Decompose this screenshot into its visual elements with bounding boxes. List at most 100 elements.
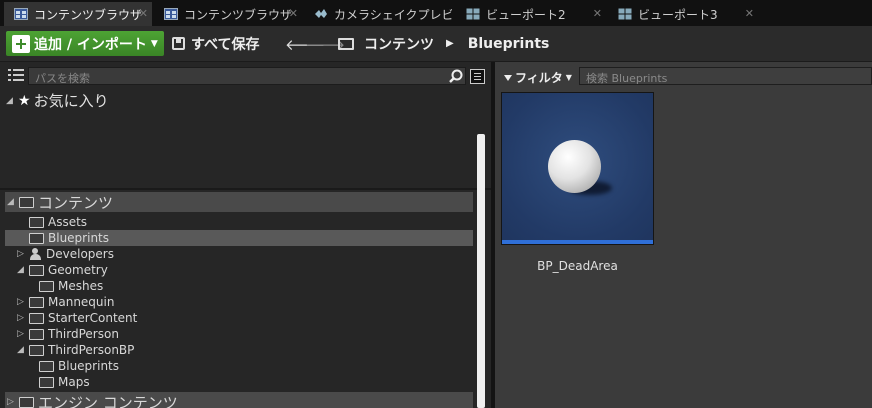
content-browser-icon — [164, 8, 178, 20]
tree-item[interactable]: Blueprints — [5, 358, 473, 374]
tree-item-label: ThirdPerson — [48, 327, 119, 341]
expand-triangle-icon[interactable]: ◢ — [6, 96, 18, 106]
tree-item[interactable]: ▷ StarterContent — [5, 310, 473, 326]
tree-item[interactable]: ▷ Mannequin — [5, 294, 473, 310]
sources-toggle-icon[interactable] — [8, 68, 24, 82]
path-search-input[interactable]: パスを検索 — [28, 67, 466, 85]
tab-label: ビューポート3 — [638, 7, 718, 22]
tree-item[interactable]: Maps — [5, 374, 473, 390]
add-import-label: 追加 / インポート — [34, 36, 147, 53]
folder-icon — [29, 312, 44, 324]
tree-item-label: Geometry — [48, 263, 108, 277]
folder-icon — [39, 280, 54, 292]
search-icon[interactable] — [449, 69, 463, 83]
folder-icon — [29, 344, 44, 356]
toolbar: 追加 / インポート ▼ すべて保存 🡐 🡒 コンテンツ ▶ Blueprint… — [0, 26, 872, 62]
tree-item[interactable]: ▷ エンジン コンテンツ — [5, 392, 473, 408]
collapse-triangle-icon[interactable]: ◢ — [17, 345, 29, 355]
save-icon — [172, 37, 185, 50]
tab-label: ビューポート2 — [486, 7, 566, 22]
tree-item[interactable]: Meshes — [5, 278, 473, 294]
path-search-row: パスを検索 — [0, 66, 491, 86]
tree-item-label: エンジン コンテンツ — [38, 393, 178, 408]
tree-item-label: Mannequin — [48, 295, 115, 309]
collapse-triangle-icon[interactable]: ◢ — [17, 265, 29, 275]
asset-tile[interactable] — [501, 92, 654, 245]
tree-item-label: Blueprints — [58, 359, 120, 373]
panel-divider[interactable] — [0, 188, 491, 190]
expand-triangle-icon[interactable]: ▷ — [17, 297, 29, 307]
folder-tree: ◢ コンテンツ Assets Blueprints ▷ Developers ◢ Geomet… — [5, 192, 473, 408]
tree-item[interactable]: ◢ コンテンツ — [5, 192, 473, 212]
tree-item[interactable]: ◢ Geometry — [5, 262, 473, 278]
breadcrumb: コンテンツ ▶ Blueprints — [338, 31, 549, 56]
tree-scrollbar-thumb[interactable] — [477, 134, 485, 408]
folder-icon — [19, 196, 34, 208]
expand-triangle-icon[interactable]: ▷ — [17, 329, 29, 339]
folder-icon — [29, 328, 44, 340]
asset-type-color-bar — [502, 240, 653, 244]
tree-item-label: Blueprints — [48, 231, 110, 245]
developer-folder-icon — [29, 248, 42, 260]
close-icon[interactable]: ✕ — [593, 7, 602, 20]
tree-item-label: Developers — [46, 247, 114, 261]
tab-viewport-3[interactable]: ビューポート3 ✕ — [608, 2, 758, 26]
folder-icon — [29, 296, 44, 308]
filters-label: フィルタ — [515, 71, 563, 85]
close-icon[interactable]: ✕ — [745, 7, 754, 20]
add-import-button[interactable]: 追加 / インポート ▼ — [6, 31, 164, 56]
tree-item[interactable]: ◢ ThirdPersonBP — [5, 342, 473, 358]
expand-triangle-icon[interactable]: ▷ — [17, 313, 29, 323]
tree-item[interactable]: ▷ Developers — [5, 246, 473, 262]
chevron-down-icon: ▼ — [565, 73, 572, 82]
tab-viewport-2[interactable]: ビューポート2 ✕ — [456, 2, 606, 26]
tree-item-label: ThirdPersonBP — [48, 343, 135, 357]
close-icon[interactable]: ✕ — [139, 7, 148, 20]
expand-triangle-icon[interactable]: ▷ — [17, 249, 29, 259]
tree-item[interactable]: Assets — [5, 214, 473, 230]
tree-item-label: Assets — [48, 215, 88, 229]
folder-icon — [29, 216, 44, 228]
sources-panel: パスを検索 ◢ ★ お気に入り ◢ コンテンツ Assets Blueprints ▷ D… — [0, 62, 491, 408]
viewport-icon — [466, 8, 480, 20]
tree-item-label: StarterContent — [48, 311, 138, 325]
chevron-down-icon: ▼ — [150, 38, 158, 49]
filters-button[interactable]: フィルタ ▼ — [504, 69, 572, 86]
favorites-label: お気に入り — [33, 92, 109, 110]
tab-content-browser-2[interactable]: コンテンツブラウザ ✕ — [154, 2, 302, 26]
filter-icon — [504, 74, 512, 81]
tree-item[interactable]: Blueprints — [5, 230, 473, 246]
save-all-button[interactable]: すべて保存 — [172, 31, 259, 56]
folder-icon — [338, 37, 354, 50]
tree-item-label: Meshes — [58, 279, 104, 293]
tree-item-label: コンテンツ — [38, 193, 114, 212]
camera-shake-icon — [315, 9, 327, 18]
asset-search-input[interactable]: 検索 Blueprints — [579, 67, 872, 85]
folder-icon — [29, 264, 44, 276]
folder-icon — [39, 376, 54, 388]
collapse-triangle-icon[interactable]: ◢ — [7, 197, 19, 207]
tab-label: コンテンツブラウザ — [184, 7, 293, 22]
tab-label: カメラシェイクプレビ — [334, 7, 452, 22]
asset-name-label[interactable]: BP_DeadArea — [501, 259, 654, 273]
asset-filter-row: フィルタ ▼ 検索 Blueprints — [495, 66, 872, 86]
view-options-icon[interactable] — [470, 69, 485, 84]
tree-item[interactable]: ▷ ThirdPerson — [5, 326, 473, 342]
tab-camera-shake-preview[interactable]: カメラシェイクプレビ — [304, 2, 452, 26]
expand-triangle-icon[interactable]: ▷ — [7, 397, 19, 407]
viewport-icon — [618, 8, 632, 20]
favorites-header[interactable]: ◢ ★ お気に入り — [6, 90, 109, 111]
breadcrumb-item-content[interactable]: コンテンツ — [364, 34, 434, 54]
breadcrumb-separator-icon[interactable]: ▶ — [446, 38, 454, 49]
tab-content-browser-1[interactable]: コンテンツブラウザ ✕ — [4, 2, 152, 26]
close-icon[interactable]: ✕ — [289, 7, 298, 20]
tab-bar: コンテンツブラウザ ✕ コンテンツブラウザ ✕ カメラシェイクプレビ ビューポー… — [0, 0, 872, 26]
star-icon: ★ — [18, 92, 31, 109]
asset-view-panel: フィルタ ▼ 検索 Blueprints BP_DeadArea — [495, 62, 872, 408]
breadcrumb-item-blueprints[interactable]: Blueprints — [468, 36, 550, 52]
content-browser-icon — [14, 8, 28, 20]
folder-icon — [19, 396, 34, 408]
save-all-label: すべて保存 — [191, 36, 260, 53]
folder-icon — [29, 232, 44, 244]
folder-icon — [39, 360, 54, 372]
